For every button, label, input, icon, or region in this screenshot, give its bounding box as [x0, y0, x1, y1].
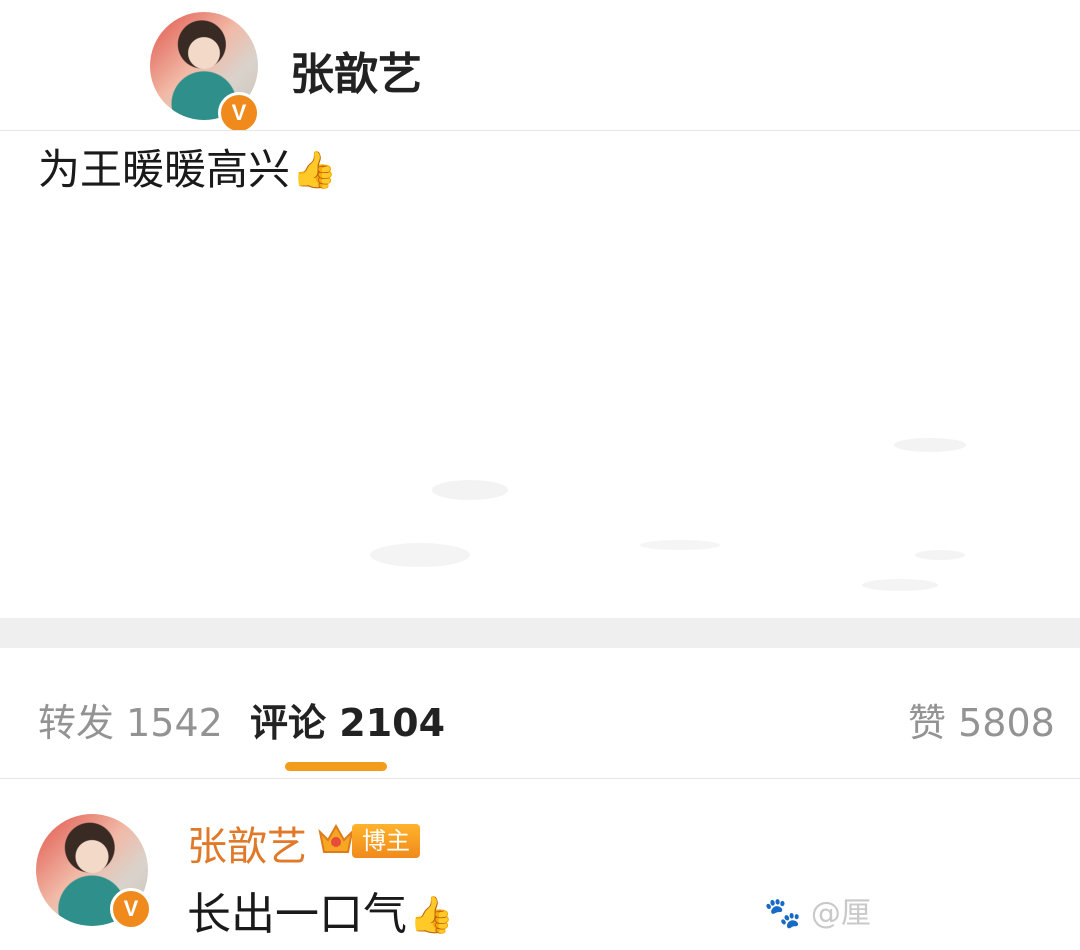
verified-icon: V: [218, 92, 260, 134]
tab-like[interactable]: 赞 5808: [908, 692, 1055, 747]
comment-count: 2104: [339, 701, 446, 745]
watermark-text: @厘: [810, 896, 871, 931]
like-label: 赞: [908, 701, 947, 745]
author-avatar[interactable]: V: [150, 12, 260, 134]
tab-repost[interactable]: 转发 1542: [38, 692, 223, 747]
section-separator: [0, 618, 1080, 648]
author-name[interactable]: 张歆艺: [290, 38, 422, 102]
thumbs-up-icon: 👍: [292, 150, 337, 191]
tab-comment[interactable]: 评论 2104: [250, 692, 445, 747]
author-role-badge: 博主: [352, 824, 420, 858]
repost-label: 转发: [38, 701, 115, 745]
repost-count: 1542: [126, 701, 223, 745]
comment-thumbs-up-icon: 👍: [409, 895, 454, 936]
comment-label: 评论: [250, 701, 327, 745]
post-text: 为王暖暖高兴👍: [38, 136, 337, 197]
crown-icon: [318, 823, 354, 853]
paw-icon: 🐾: [764, 896, 802, 931]
active-tab-indicator: [285, 762, 387, 771]
faint-image-overlay: [370, 438, 966, 591]
post-text-content: 为王暖暖高兴: [38, 145, 291, 194]
tabs-divider: [0, 778, 1080, 779]
comment-author-name[interactable]: 张歆艺: [187, 814, 307, 872]
comment-avatar[interactable]: V: [36, 814, 152, 930]
header-divider: [0, 130, 1080, 131]
post-image-area[interactable]: [0, 190, 1080, 618]
comment-verified-icon: V: [110, 888, 152, 930]
watermark: 🐾 @厘: [764, 888, 871, 932]
comment-text-content: 长出一口气: [187, 889, 407, 940]
comment-text: 长出一口气👍: [187, 878, 454, 942]
like-count: 5808: [958, 701, 1055, 745]
